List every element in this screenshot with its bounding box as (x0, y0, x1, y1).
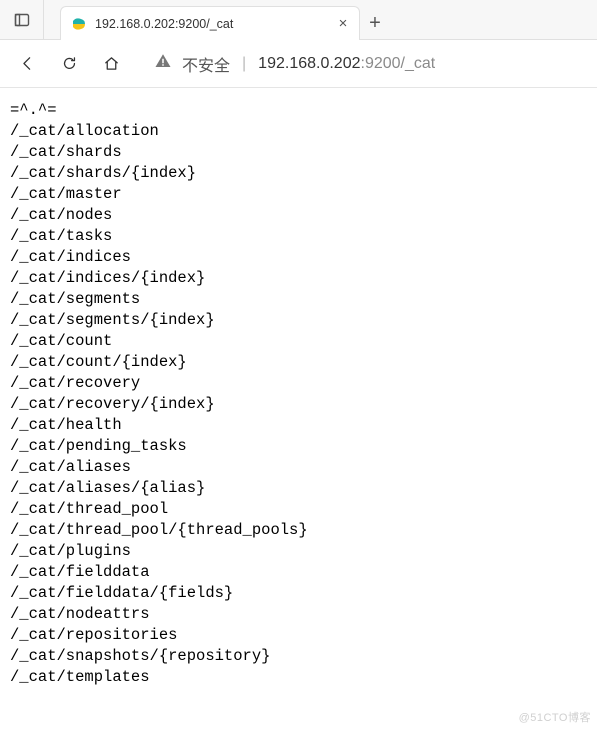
tab-overview-icon (14, 12, 30, 28)
url-path: /_cat (401, 55, 436, 72)
separator: | (240, 55, 248, 73)
url-host: 192.168.0.202 (258, 55, 360, 72)
toolbar: 不安全 | 192.168.0.202:9200/_cat (0, 40, 597, 88)
close-icon: × (339, 15, 348, 32)
insecure-label: 不安全 (182, 52, 230, 76)
watermark: @51CTO博客 (519, 709, 591, 725)
new-tab-button[interactable]: + (360, 6, 390, 40)
insecure-warning-icon (154, 52, 172, 75)
tab-title: 192.168.0.202:9200/_cat (95, 17, 325, 31)
tab-strip: 192.168.0.202:9200/_cat × + (0, 0, 597, 40)
arrow-left-icon (19, 55, 36, 72)
reload-button[interactable] (50, 45, 88, 83)
home-button[interactable] (92, 45, 130, 83)
url-display: 192.168.0.202:9200/_cat (258, 55, 435, 73)
tab-close-button[interactable]: × (333, 14, 353, 34)
spacer (44, 0, 60, 39)
plus-icon: + (369, 12, 381, 35)
elastic-favicon (71, 16, 87, 32)
home-icon (103, 55, 120, 72)
reload-icon (61, 55, 78, 72)
url-port: :9200 (361, 55, 401, 72)
tab-overview-button[interactable] (0, 0, 44, 39)
address-bar[interactable]: 不安全 | 192.168.0.202:9200/_cat (134, 52, 591, 76)
browser-tab[interactable]: 192.168.0.202:9200/_cat × (60, 6, 360, 40)
back-button[interactable] (8, 45, 46, 83)
page-content: =^.^= /_cat/allocation /_cat/shards /_ca… (0, 88, 597, 700)
